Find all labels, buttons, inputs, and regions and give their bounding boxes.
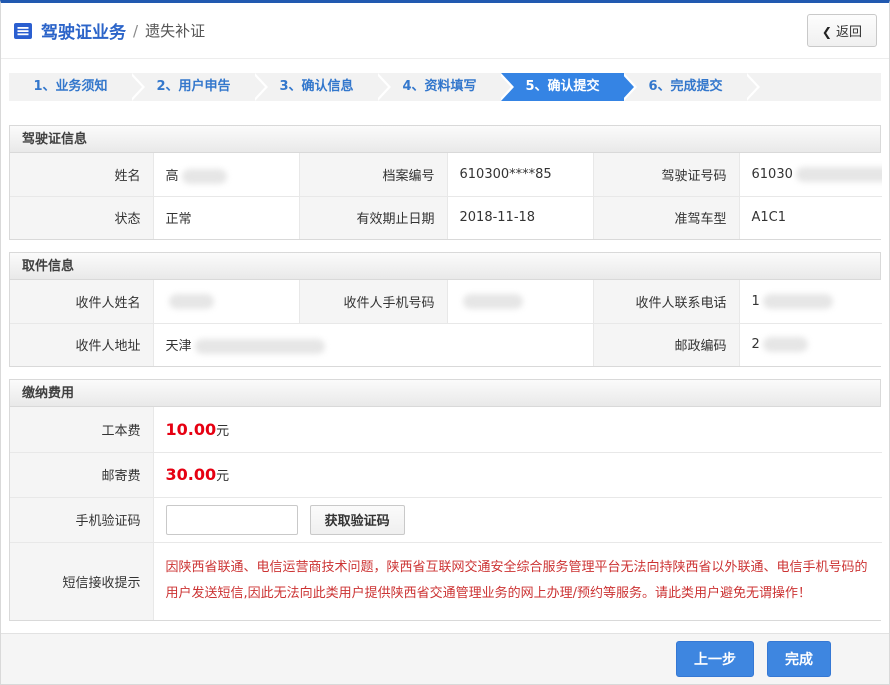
back-button-label: 返回 — [836, 25, 862, 40]
step-4-fill-material[interactable]: 4、资料填写 — [378, 73, 501, 101]
recipient-address-value: 天津 — [153, 323, 593, 366]
work-fee-value: 10.00元 — [153, 407, 882, 452]
sms-notice-label: 短信接收提示 — [10, 542, 153, 620]
redacted-value — [763, 294, 833, 309]
vehicle-type-value: A1C1 — [739, 196, 882, 239]
table-row: 状态 正常 有效期止日期 2018-11-18 准驾车型 A1C1 — [10, 196, 882, 239]
expiry-value: 2018-11-18 — [447, 196, 593, 239]
work-fee-amount: 10.00 — [166, 420, 217, 439]
sms-code-input[interactable] — [166, 505, 298, 535]
get-sms-code-button[interactable]: 获取验证码 — [310, 505, 405, 535]
sms-notice-cell: 因陕西省联通、电信运营商技术问题，陕西省互联网交通安全综合服务管理平台无法向持陕… — [153, 542, 882, 620]
recipient-phone-value: 1 — [739, 280, 882, 323]
step-5-confirm-submit[interactable]: 5、确认提交 — [501, 73, 624, 101]
status-value: 正常 — [153, 196, 299, 239]
sms-code-cell: 获取验证码 — [153, 497, 882, 542]
recipient-phone-label: 收件人联系电话 — [593, 280, 739, 323]
vehicle-type-label: 准驾车型 — [593, 196, 739, 239]
recipient-mobile-label: 收件人手机号码 — [299, 280, 447, 323]
recipient-name-value — [153, 280, 299, 323]
name-value: 高 — [153, 153, 299, 196]
fees-section-title: 缴纳费用 — [10, 380, 880, 407]
postcode-label: 邮政编码 — [593, 323, 739, 366]
step-2-user-declaration[interactable]: 2、用户申告 — [132, 73, 255, 101]
finish-button[interactable]: 完成 — [767, 641, 831, 677]
redacted-value — [169, 294, 214, 309]
expiry-label: 有效期止日期 — [299, 196, 447, 239]
license-info-table: 姓名 高 档案编号 610300****85 驾驶证号码 61030 状态 正常… — [10, 153, 882, 239]
post-fee-unit: 元 — [216, 469, 229, 484]
section-pickup-info: 取件信息 收件人姓名 收件人手机号码 收件人联系电话 1 收件人地址 天津 邮政… — [9, 252, 881, 367]
fees-table: 工本费 10.00元 邮寄费 30.00元 手机验证码 获取验证码 短信接收提示… — [10, 407, 882, 620]
redacted-value — [463, 294, 523, 309]
pickup-section-title: 取件信息 — [10, 253, 880, 280]
post-fee-amount: 30.00 — [166, 465, 217, 484]
back-chevron-icon: ❮ — [822, 25, 832, 39]
step-6-finish-submit[interactable]: 6、完成提交 — [624, 73, 747, 101]
license-no-value: 61030 — [739, 153, 882, 196]
breadcrumb-current: 遗失补证 — [145, 20, 205, 41]
redacted-value — [796, 167, 882, 182]
status-label: 状态 — [10, 196, 153, 239]
table-row: 收件人地址 天津 邮政编码 2 — [10, 323, 882, 366]
breadcrumb-divider: / — [133, 22, 138, 40]
step-3-confirm-info[interactable]: 3、确认信息 — [255, 73, 378, 101]
license-no-label: 驾驶证号码 — [593, 153, 739, 196]
prev-step-button[interactable]: 上一步 — [676, 641, 754, 677]
redacted-value — [182, 169, 227, 184]
redacted-value — [195, 339, 325, 354]
table-row: 邮寄费 30.00元 — [10, 452, 882, 497]
section-license-info: 驾驶证信息 姓名 高 档案编号 610300****85 驾驶证号码 61030… — [9, 125, 881, 240]
section-fees: 缴纳费用 工本费 10.00元 邮寄费 30.00元 手机验证码 获取验证码 短… — [9, 379, 881, 621]
file-no-value: 610300****85 — [447, 153, 593, 196]
list-icon — [13, 21, 33, 41]
table-row: 收件人姓名 收件人手机号码 收件人联系电话 1 — [10, 280, 882, 323]
table-row: 手机验证码 获取验证码 — [10, 497, 882, 542]
table-row: 姓名 高 档案编号 610300****85 驾驶证号码 61030 — [10, 153, 882, 196]
table-row: 短信接收提示 因陕西省联通、电信运营商技术问题，陕西省互联网交通安全综合服务管理… — [10, 542, 882, 620]
recipient-address-label: 收件人地址 — [10, 323, 153, 366]
work-fee-label: 工本费 — [10, 407, 153, 452]
footer-bar: 上一步 完成 — [1, 633, 889, 684]
recipient-mobile-value — [447, 280, 593, 323]
sms-notice-text: 因陕西省联通、电信运营商技术问题，陕西省互联网交通安全综合服务管理平台无法向持陕… — [166, 555, 871, 607]
post-fee-value: 30.00元 — [153, 452, 882, 497]
postcode-value: 2 — [739, 323, 882, 366]
back-button[interactable]: ❮ 返回 — [807, 14, 877, 47]
table-row: 工本费 10.00元 — [10, 407, 882, 452]
page: 驾驶证业务 / 遗失补证 ❮ 返回 1、业务须知 2、用户申告 3、确认信息 4、… — [0, 0, 890, 685]
step-1-business-notice[interactable]: 1、业务须知 — [9, 73, 132, 101]
steps-bar: 1、业务须知 2、用户申告 3、确认信息 4、资料填写 5、确认提交 6、完成提… — [9, 73, 881, 101]
redacted-value — [763, 337, 808, 352]
work-fee-unit: 元 — [216, 424, 229, 439]
file-no-label: 档案编号 — [299, 153, 447, 196]
pickup-info-table: 收件人姓名 收件人手机号码 收件人联系电话 1 收件人地址 天津 邮政编码 2 — [10, 280, 882, 366]
page-title: 驾驶证业务 — [41, 18, 126, 43]
header: 驾驶证业务 / 遗失补证 ❮ 返回 — [1, 3, 889, 59]
name-label: 姓名 — [10, 153, 153, 196]
post-fee-label: 邮寄费 — [10, 452, 153, 497]
recipient-name-label: 收件人姓名 — [10, 280, 153, 323]
license-section-title: 驾驶证信息 — [10, 126, 880, 153]
sms-code-label: 手机验证码 — [10, 497, 153, 542]
